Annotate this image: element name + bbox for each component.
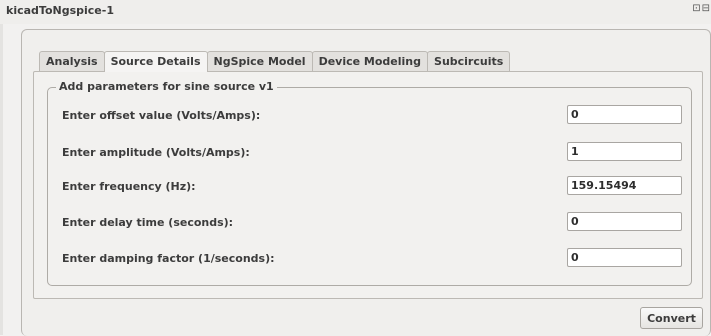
tab-device-modeling[interactable]: Device Modeling xyxy=(311,51,429,71)
frequency-input[interactable] xyxy=(567,176,682,195)
window-title: kicadToNgspice-1 xyxy=(6,4,114,17)
tab-analysis[interactable]: Analysis xyxy=(39,51,105,71)
amplitude-label: Enter amplitude (Volts/Amps): xyxy=(62,146,250,159)
tab-ngspice-model[interactable]: NgSpice Model xyxy=(206,51,313,71)
offset-label: Enter offset value (Volts/Amps): xyxy=(62,109,261,122)
frequency-label: Enter frequency (Hz): xyxy=(62,180,196,193)
tab-source-details[interactable]: Source Details xyxy=(103,51,208,72)
left-edge xyxy=(0,24,3,335)
damping-factor-label: Enter damping factor (1/seconds): xyxy=(62,252,275,265)
convert-button[interactable]: Convert xyxy=(640,307,703,329)
window-controls-icon[interactable]: ⊡⊟ xyxy=(692,3,711,14)
delay-time-label: Enter delay time (seconds): xyxy=(62,216,234,229)
tab-subcircuits[interactable]: Subcircuits xyxy=(427,51,511,71)
window-titlebar: kicadToNgspice-1 ⊡⊟ xyxy=(0,0,711,24)
groupbox-title: Add parameters for sine source v1 xyxy=(56,80,277,93)
delay-time-input[interactable] xyxy=(567,212,682,231)
offset-input[interactable] xyxy=(567,105,682,124)
tab-bar: Analysis Source Details NgSpice Model De… xyxy=(39,51,511,72)
amplitude-input[interactable] xyxy=(567,142,682,161)
damping-factor-input[interactable] xyxy=(567,248,682,267)
